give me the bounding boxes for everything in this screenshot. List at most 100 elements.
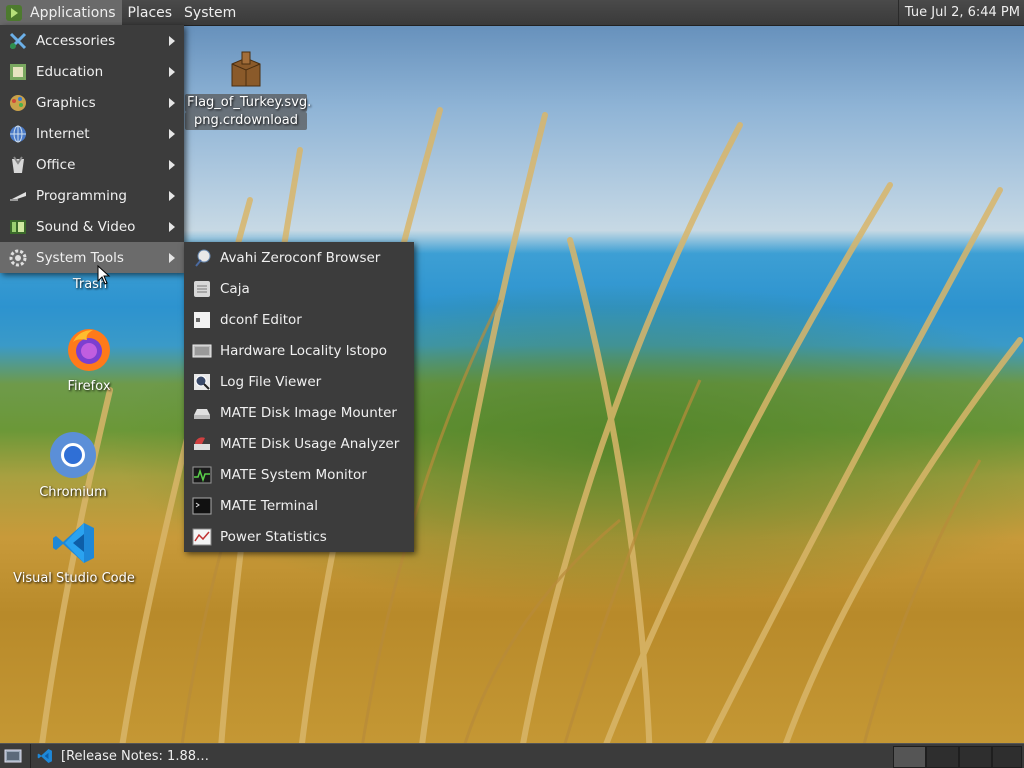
menu-item-system-tools[interactable]: System Tools	[0, 242, 184, 273]
vscode-small-icon	[37, 749, 52, 763]
terminal-icon	[192, 496, 212, 516]
menu-item-system-monitor[interactable]: MATE System Monitor	[184, 459, 414, 490]
show-desktop-button[interactable]	[0, 744, 30, 768]
office-icon	[8, 155, 28, 175]
clock[interactable]: Tue Jul 2, 6:44 PM	[897, 0, 1020, 25]
submenu-arrow-icon	[169, 222, 175, 232]
taskbar-window-label: [Release Notes: 1.88…	[61, 748, 210, 764]
menu-item-label: Office	[36, 156, 76, 173]
chromium-icon	[50, 432, 96, 478]
firefox-label: Firefox	[67, 379, 111, 394]
menu-item-label: MATE Disk Usage Analyzer	[220, 435, 400, 452]
system-menu-button[interactable]: System	[178, 0, 242, 25]
menu-item-label: Log File Viewer	[220, 373, 322, 390]
menu-item-label: Power Statistics	[220, 528, 327, 545]
workspace-4[interactable]	[992, 746, 1022, 768]
menu-item-terminal[interactable]: MATE Terminal	[184, 490, 414, 521]
system-tools-submenu: Avahi Zeroconf Browser Caja dconf Editor…	[184, 242, 414, 552]
menu-item-office[interactable]: Office	[0, 149, 184, 180]
download-label-line1: Flag_of_Turkey.svg.	[185, 94, 312, 112]
disk-mounter-icon	[192, 403, 212, 423]
menu-item-disk-image-mounter[interactable]: MATE Disk Image Mounter	[184, 397, 414, 428]
menu-item-sound-video[interactable]: Sound & Video	[0, 211, 184, 242]
workspace-3[interactable]	[959, 746, 992, 768]
desktop-icon-download[interactable]: Flag_of_Turkey.svg. png.crdownload	[185, 50, 312, 130]
workspace-1[interactable]	[893, 746, 926, 768]
show-desktop-icon	[4, 749, 22, 763]
log-viewer-icon	[192, 372, 212, 392]
desktop-icon-chromium[interactable]: Chromium	[34, 430, 112, 502]
menu-item-programming[interactable]: Programming	[0, 180, 184, 211]
applications-menu-button[interactable]: Applications	[0, 0, 122, 25]
top-panel: Applications Places System Tue Jul 2, 6:…	[0, 0, 1024, 25]
dconf-icon	[192, 310, 212, 330]
taskbar-window-button[interactable]: [Release Notes: 1.88…	[30, 744, 223, 768]
menu-item-label: Programming	[36, 187, 127, 204]
mate-logo-icon	[6, 4, 22, 21]
bottom-panel: [Release Notes: 1.88…	[0, 743, 1024, 768]
system-tools-icon	[8, 248, 28, 268]
menu-item-label: Graphics	[36, 94, 96, 111]
menu-item-caja[interactable]: Caja	[184, 273, 414, 304]
submenu-arrow-icon	[169, 160, 175, 170]
menu-item-label: Sound & Video	[36, 218, 136, 235]
trash-label: Trash	[72, 277, 108, 292]
sound-video-icon	[8, 217, 28, 237]
menu-item-label: Hardware Locality lstopo	[220, 342, 387, 359]
menu-item-power-statistics[interactable]: Power Statistics	[184, 521, 414, 552]
submenu-arrow-icon	[169, 36, 175, 46]
submenu-arrow-icon	[169, 98, 175, 108]
accessories-icon	[8, 31, 28, 51]
applications-menu: Accessories Education Graphics Internet	[0, 25, 184, 273]
hardware-icon	[192, 341, 212, 361]
programming-icon	[8, 186, 28, 206]
menu-item-hardware-locality[interactable]: Hardware Locality lstopo	[184, 335, 414, 366]
menu-item-label: dconf Editor	[220, 311, 302, 328]
menu-item-label: MATE Terminal	[220, 497, 318, 514]
submenu-arrow-icon	[169, 253, 175, 263]
chromium-label: Chromium	[39, 485, 107, 500]
menu-item-label: MATE System Monitor	[220, 466, 367, 483]
places-menu-label: Places	[127, 4, 173, 21]
vscode-icon	[53, 523, 94, 563]
system-menu-label: System	[184, 4, 237, 21]
download-label-line2: png.crdownload	[185, 112, 307, 130]
menu-item-log-viewer[interactable]: Log File Viewer	[184, 366, 414, 397]
clock-label: Tue Jul 2, 6:44 PM	[904, 5, 1020, 20]
internet-icon	[8, 124, 28, 144]
disk-usage-icon	[192, 434, 212, 454]
education-icon	[8, 62, 28, 82]
desktop-screen: Applications Places System Tue Jul 2, 6:…	[0, 0, 1024, 768]
menu-item-label: Avahi Zeroconf Browser	[220, 249, 381, 266]
menu-item-label: Caja	[220, 280, 250, 297]
submenu-arrow-icon	[169, 191, 175, 201]
menu-item-accessories[interactable]: Accessories	[0, 25, 184, 56]
menu-item-label: MATE Disk Image Mounter	[220, 404, 397, 421]
menu-item-education[interactable]: Education	[0, 56, 184, 87]
caja-icon	[192, 279, 212, 299]
avahi-icon	[192, 248, 212, 268]
menu-item-label: Education	[36, 63, 104, 80]
menu-item-dconf[interactable]: dconf Editor	[184, 304, 414, 335]
desktop-icon-firefox[interactable]: Firefox	[50, 326, 128, 396]
mouse-cursor-icon	[97, 265, 111, 285]
workspace-2[interactable]	[926, 746, 959, 768]
menu-item-avahi[interactable]: Avahi Zeroconf Browser	[184, 242, 414, 273]
places-menu-button[interactable]: Places	[122, 0, 179, 25]
firefox-icon	[68, 329, 110, 371]
submenu-arrow-icon	[169, 67, 175, 77]
desktop-icon-trash[interactable]: Trash	[55, 276, 125, 294]
menu-item-graphics[interactable]: Graphics	[0, 87, 184, 118]
submenu-arrow-icon	[169, 129, 175, 139]
applications-menu-label: Applications	[30, 4, 116, 21]
menu-item-label: Accessories	[36, 32, 116, 49]
menu-item-label: Internet	[36, 125, 90, 142]
menu-item-disk-usage-analyzer[interactable]: MATE Disk Usage Analyzer	[184, 428, 414, 459]
package-icon	[231, 51, 261, 87]
desktop-icon-vscode[interactable]: Visual Studio Code	[12, 520, 136, 588]
menu-item-internet[interactable]: Internet	[0, 118, 184, 149]
menu-item-label: System Tools	[36, 249, 124, 266]
power-stats-icon	[192, 527, 212, 547]
graphics-icon	[8, 93, 28, 113]
vscode-label: Visual Studio Code	[13, 571, 135, 586]
